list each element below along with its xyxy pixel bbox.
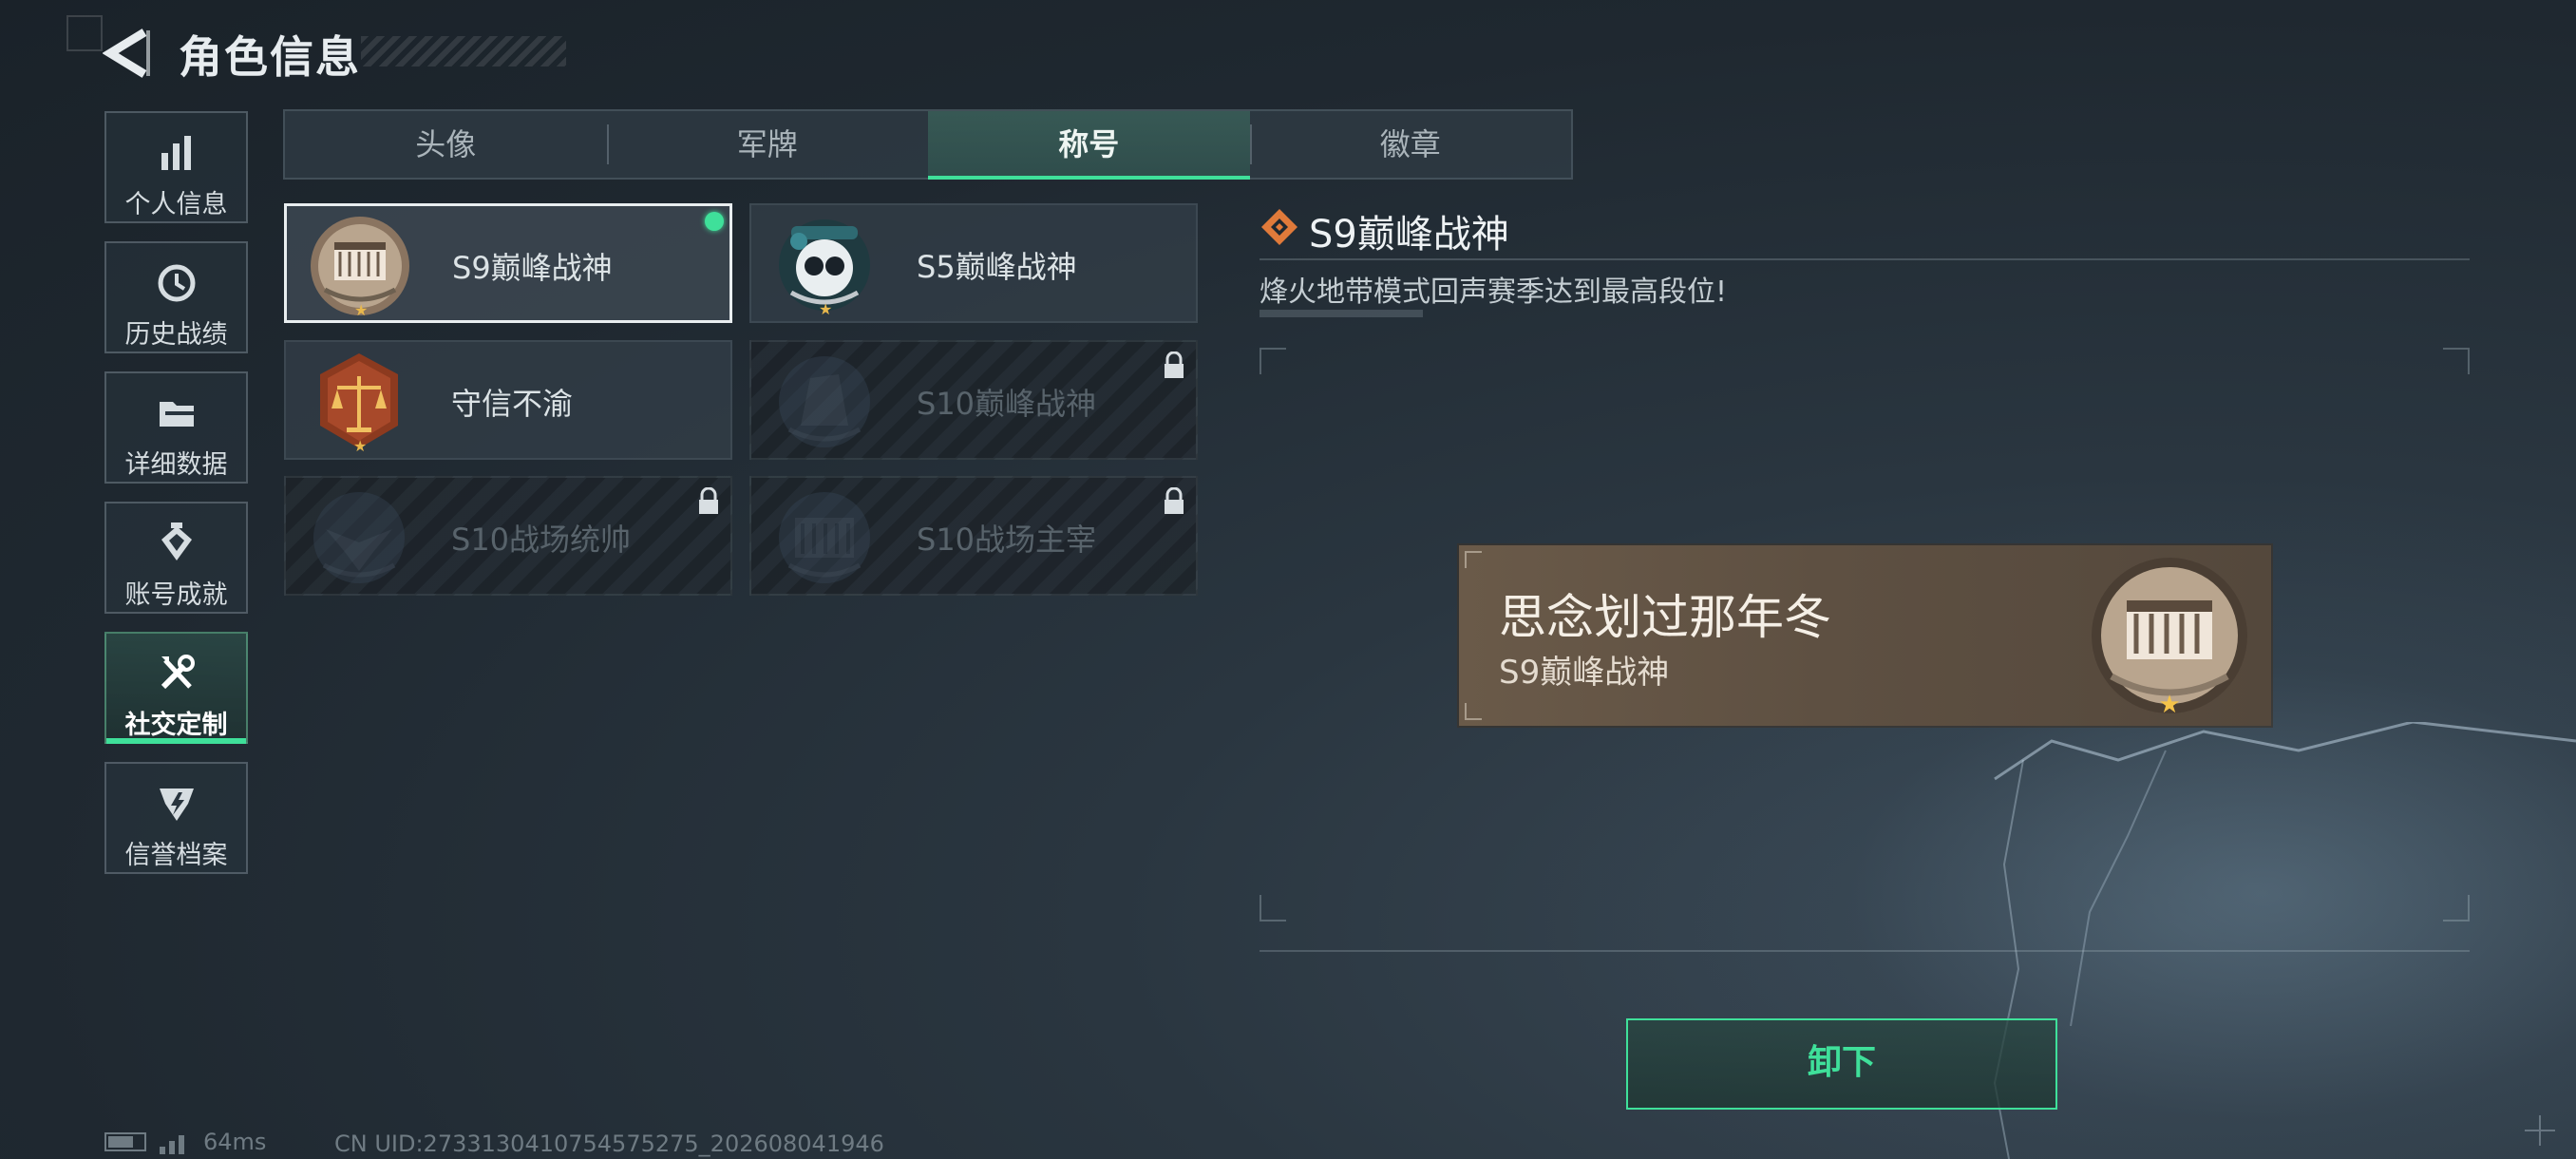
title-card-name: S9巅峰战神 xyxy=(452,250,613,286)
eagle-emblem-icon xyxy=(313,492,405,583)
shield-icon xyxy=(159,788,194,821)
player-name: 思念划过那年冬 xyxy=(1499,590,1831,645)
nameplate-preview: 思念划过那年冬 S9巅峰战神 ★ xyxy=(1459,545,2271,726)
sidebar-item-achievements[interactable]: 账号成就 xyxy=(104,502,248,614)
tab-bar: 头像 军牌 称号 徽章 xyxy=(283,109,1573,180)
detail-title: S9巅峰战神 xyxy=(1309,213,1509,256)
sidebar-item-label: 详细数据 xyxy=(124,450,228,480)
uid-text: CN UID:2733130410754575275_202608041946 xyxy=(334,1130,884,1157)
title-card-s9-peak[interactable]: ★ S9巅峰战神 xyxy=(284,203,732,323)
title-card-name: 守信不渝 xyxy=(451,386,574,422)
sidebar-item-match-history[interactable]: 历史战绩 xyxy=(104,241,248,353)
sidebar-item-label: 信誉档案 xyxy=(124,841,228,870)
fortress-emblem-icon: ★ xyxy=(2092,558,2247,719)
plus-mark-icon xyxy=(2525,1115,2555,1146)
divider xyxy=(1260,950,2470,952)
colosseum-emblem-icon xyxy=(779,492,870,583)
decorative-bar xyxy=(1260,310,1423,317)
star-icon: ★ xyxy=(819,300,833,318)
sidebar-item-label: 历史战绩 xyxy=(124,320,228,350)
star-icon: ★ xyxy=(353,437,368,455)
corner-mark xyxy=(66,15,103,51)
nameplate-title: S9巅峰战神 xyxy=(1499,654,1670,692)
bar-chart-icon xyxy=(161,136,191,170)
unequip-button[interactable]: 卸下 xyxy=(1626,1018,2057,1110)
title-card-name: S5巅峰战神 xyxy=(917,249,1077,285)
page-title: 角色信息 xyxy=(179,31,361,83)
ping-text: 64ms xyxy=(203,1129,267,1155)
title-card-trustworthy[interactable]: ★ 守信不渝 xyxy=(284,340,732,460)
title-card-s10-dominator[interactable]: S10战场主宰 xyxy=(749,476,1198,596)
svg-text:★: ★ xyxy=(2158,691,2180,719)
tools-icon xyxy=(161,655,195,690)
equipped-indicator xyxy=(705,212,724,231)
divider xyxy=(1260,258,2470,260)
tower-emblem-icon xyxy=(779,356,870,447)
tab-avatar[interactable]: 头像 xyxy=(285,111,607,178)
folder-icon xyxy=(159,402,194,427)
sidebar-item-label: 账号成就 xyxy=(124,580,228,610)
signal-icon xyxy=(160,1135,184,1154)
diamond-title-icon xyxy=(1261,209,1297,245)
title-card-name: S10战场统帅 xyxy=(451,522,632,558)
lock-icon xyxy=(1165,487,1184,514)
medal-icon xyxy=(161,522,192,560)
detail-description: 烽火地带模式回声赛季达到最高段位! xyxy=(1260,276,1728,309)
status-bar: 64ms xyxy=(104,1129,266,1155)
tab-title[interactable]: 称号 xyxy=(928,111,1250,180)
title-card-name: S10巅峰战神 xyxy=(917,386,1097,422)
title-card-s5-peak[interactable]: ★ S5巅峰战神 xyxy=(749,203,1198,323)
title-card-s10-peak[interactable]: S10巅峰战神 xyxy=(749,340,1198,460)
sidebar-item-social-customization[interactable]: 社交定制 xyxy=(104,632,248,744)
star-icon: ★ xyxy=(354,301,369,319)
lock-icon xyxy=(699,487,718,514)
title-card-name: S10战场主宰 xyxy=(917,522,1097,558)
sidebar-item-personal-info[interactable]: 个人信息 xyxy=(104,111,248,223)
title-decoration xyxy=(361,36,566,66)
sidebar-item-label: 个人信息 xyxy=(124,190,228,219)
tab-badge[interactable]: 徽章 xyxy=(1249,111,1572,178)
sidebar-item-detailed-data[interactable]: 详细数据 xyxy=(104,371,248,484)
lock-icon xyxy=(1165,352,1184,378)
sidebar-item-reputation[interactable]: 信誉档案 xyxy=(104,762,248,874)
back-arrow-icon[interactable] xyxy=(103,27,152,80)
title-card-s10-marshal[interactable]: S10战场统帅 xyxy=(284,476,732,596)
clock-icon xyxy=(158,264,195,302)
sidebar-item-label: 社交定制 xyxy=(124,711,228,740)
active-indicator xyxy=(106,738,246,744)
tab-dog-tag[interactable]: 军牌 xyxy=(606,111,929,178)
battery-icon xyxy=(104,1132,146,1151)
